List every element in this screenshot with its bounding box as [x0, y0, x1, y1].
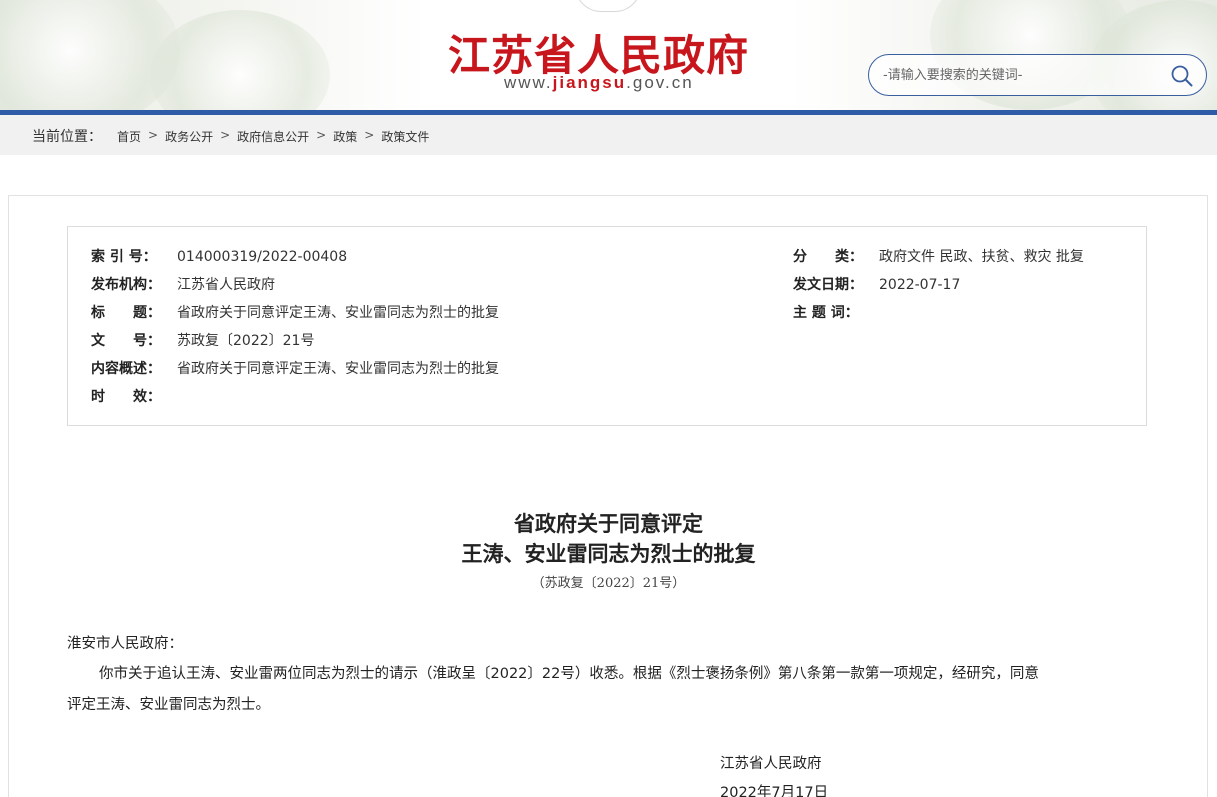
document-date: 2022年7月17日	[720, 785, 829, 797]
meta-value: 2022-07-17	[879, 277, 961, 293]
breadcrumb-items: 首页 > 政务公开 > 政府信息公开 > 政策 > 政策文件	[117, 128, 429, 145]
meta-label: 发文日期：	[793, 277, 863, 293]
meta-value: 苏政复〔2022〕21号	[177, 333, 315, 349]
breadcrumb-gov-info[interactable]: 政府信息公开	[237, 128, 309, 145]
meta-validity: 时 效：	[91, 387, 177, 407]
url-brand: jiangsu	[552, 73, 627, 92]
meta-value: 政府文件 民政、扶贫、救灾 批复	[879, 249, 1084, 265]
breadcrumb-policy-docs[interactable]: 政策文件	[381, 128, 429, 145]
header-decoration	[150, 10, 330, 110]
meta-label: 主 题 词：	[793, 305, 859, 321]
meta-index-no: 索 引 号： 014000319/2022-00408	[91, 247, 347, 267]
meta-label: 标 题：	[91, 305, 161, 321]
meta-value: 014000319/2022-00408	[177, 249, 348, 265]
header-notch	[575, 0, 641, 12]
url-suffix: .gov.cn	[626, 73, 694, 92]
search-icon[interactable]	[1170, 64, 1194, 88]
search-box	[868, 54, 1207, 96]
breadcrumb-separator: >	[316, 128, 327, 142]
url-prefix: www.	[504, 73, 553, 92]
breadcrumb: 当前位置： 首页 > 政务公开 > 政府信息公开 > 政策 > 政策文件	[0, 115, 1217, 155]
breadcrumb-separator: >	[148, 128, 159, 142]
meta-label: 发布机构：	[91, 277, 161, 293]
meta-value: 江苏省人民政府	[177, 277, 275, 293]
meta-summary: 内容概述： 省政府关于同意评定王涛、安业雷同志为烈士的批复	[91, 359, 499, 379]
site-header: 江苏省人民政府 www.jiangsu.gov.cn	[0, 0, 1217, 110]
document-body-line-2: 评定王涛、安业雷同志为烈士。	[67, 697, 270, 713]
meta-subject: 主 题 词：	[793, 303, 879, 323]
search-input[interactable]	[883, 64, 1153, 86]
breadcrumb-policy[interactable]: 政策	[333, 128, 357, 145]
document-signature: 江苏省人民政府	[720, 756, 822, 772]
site-url[interactable]: www.jiangsu.gov.cn	[504, 73, 694, 93]
breadcrumb-separator: >	[364, 128, 375, 142]
document-title-line-2: 王涛、安业雷同志为烈士的批复	[461, 541, 756, 566]
breadcrumb-gov-affairs[interactable]: 政务公开	[165, 128, 213, 145]
meta-issue-date: 发文日期： 2022-07-17	[793, 275, 960, 295]
meta-doc-no: 文 号： 苏政复〔2022〕21号	[91, 331, 314, 351]
meta-label: 时 效：	[91, 389, 161, 405]
meta-label: 内容概述：	[91, 361, 161, 377]
meta-category: 分 类： 政府文件 民政、扶贫、救灾 批复	[793, 247, 1084, 267]
meta-title: 标 题： 省政府关于同意评定王涛、安业雷同志为烈士的批复	[91, 303, 499, 323]
metadata-table: 索 引 号： 014000319/2022-00408 分 类： 政府文件 民政、扶…	[67, 226, 1147, 426]
document-number: （苏政复〔2022〕21号）	[531, 576, 686, 591]
breadcrumb-home[interactable]: 首页	[117, 128, 141, 145]
meta-value: 省政府关于同意评定王涛、安业雷同志为烈士的批复	[177, 361, 499, 377]
breadcrumb-separator: >	[220, 128, 231, 142]
document-body-line-1: 你市关于追认王涛、安业雷两位同志为烈士的请示（淮政呈〔2022〕22号）收悉。根…	[99, 666, 1039, 682]
breadcrumb-label: 当前位置：	[32, 129, 102, 145]
meta-publisher: 发布机构： 江苏省人民政府	[91, 275, 275, 295]
meta-label: 分 类：	[793, 249, 863, 265]
meta-label: 文 号：	[91, 333, 161, 349]
meta-value: 省政府关于同意评定王涛、安业雷同志为烈士的批复	[177, 305, 499, 321]
document-title-line-1: 省政府关于同意评定	[514, 511, 703, 536]
document-salutation: 淮安市人民政府：	[67, 636, 183, 652]
meta-label: 索 引 号：	[91, 249, 157, 265]
